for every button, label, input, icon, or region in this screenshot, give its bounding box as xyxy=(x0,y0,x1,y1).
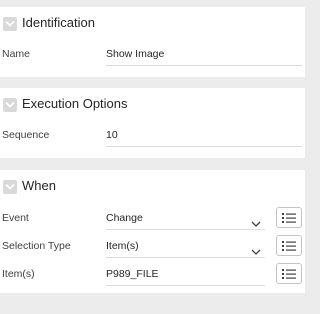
name-label: Name xyxy=(2,48,31,60)
list-icon xyxy=(282,213,296,223)
section-title: When xyxy=(22,178,56,193)
items-field[interactable]: P989_FILE xyxy=(106,264,265,286)
chevron-down-icon[interactable] xyxy=(3,98,17,112)
event-label: Event xyxy=(2,212,29,224)
selection-type-select[interactable]: Item(s) xyxy=(106,236,265,258)
chevron-down-icon xyxy=(251,243,261,261)
name-value: Show Image xyxy=(106,48,165,60)
selection-type-row: Selection Type Item(s) xyxy=(0,233,305,261)
when-header[interactable]: When xyxy=(0,170,305,204)
list-icon xyxy=(282,241,296,251)
name-row: Name Show Image xyxy=(0,41,305,69)
event-row: Event Change xyxy=(0,205,305,233)
identification-section: Identification Name Show Image xyxy=(0,7,305,77)
selection-type-label: Selection Type xyxy=(2,240,71,252)
selection-type-list-button[interactable] xyxy=(276,235,302,256)
property-editor: Identification Name Show Image Execution… xyxy=(0,0,305,314)
event-select[interactable]: Change xyxy=(106,208,265,230)
name-field[interactable]: Show Image xyxy=(106,44,302,66)
sequence-value: 10 xyxy=(106,129,118,141)
items-row: Item(s) P989_FILE xyxy=(0,261,305,289)
items-value: P989_FILE xyxy=(106,268,159,280)
chevron-down-icon[interactable] xyxy=(3,180,17,194)
when-section: When Event Change Selection Type Item(s)… xyxy=(0,170,305,293)
section-title: Identification xyxy=(22,15,95,30)
execution-options-header[interactable]: Execution Options xyxy=(0,88,305,122)
chevron-down-icon xyxy=(251,215,261,233)
selection-type-value: Item(s) xyxy=(106,240,139,252)
list-icon xyxy=(282,269,296,279)
section-title: Execution Options xyxy=(22,96,128,111)
execution-options-section: Execution Options Sequence 10 xyxy=(0,88,305,158)
chevron-down-icon[interactable] xyxy=(3,17,17,31)
sequence-field[interactable]: 10 xyxy=(106,125,302,147)
sequence-row: Sequence 10 xyxy=(0,122,305,150)
sequence-label: Sequence xyxy=(2,129,50,141)
event-value: Change xyxy=(106,212,143,224)
items-label: Item(s) xyxy=(2,268,35,280)
items-list-button[interactable] xyxy=(276,263,302,284)
event-list-button[interactable] xyxy=(276,207,302,228)
identification-header[interactable]: Identification xyxy=(0,7,305,41)
